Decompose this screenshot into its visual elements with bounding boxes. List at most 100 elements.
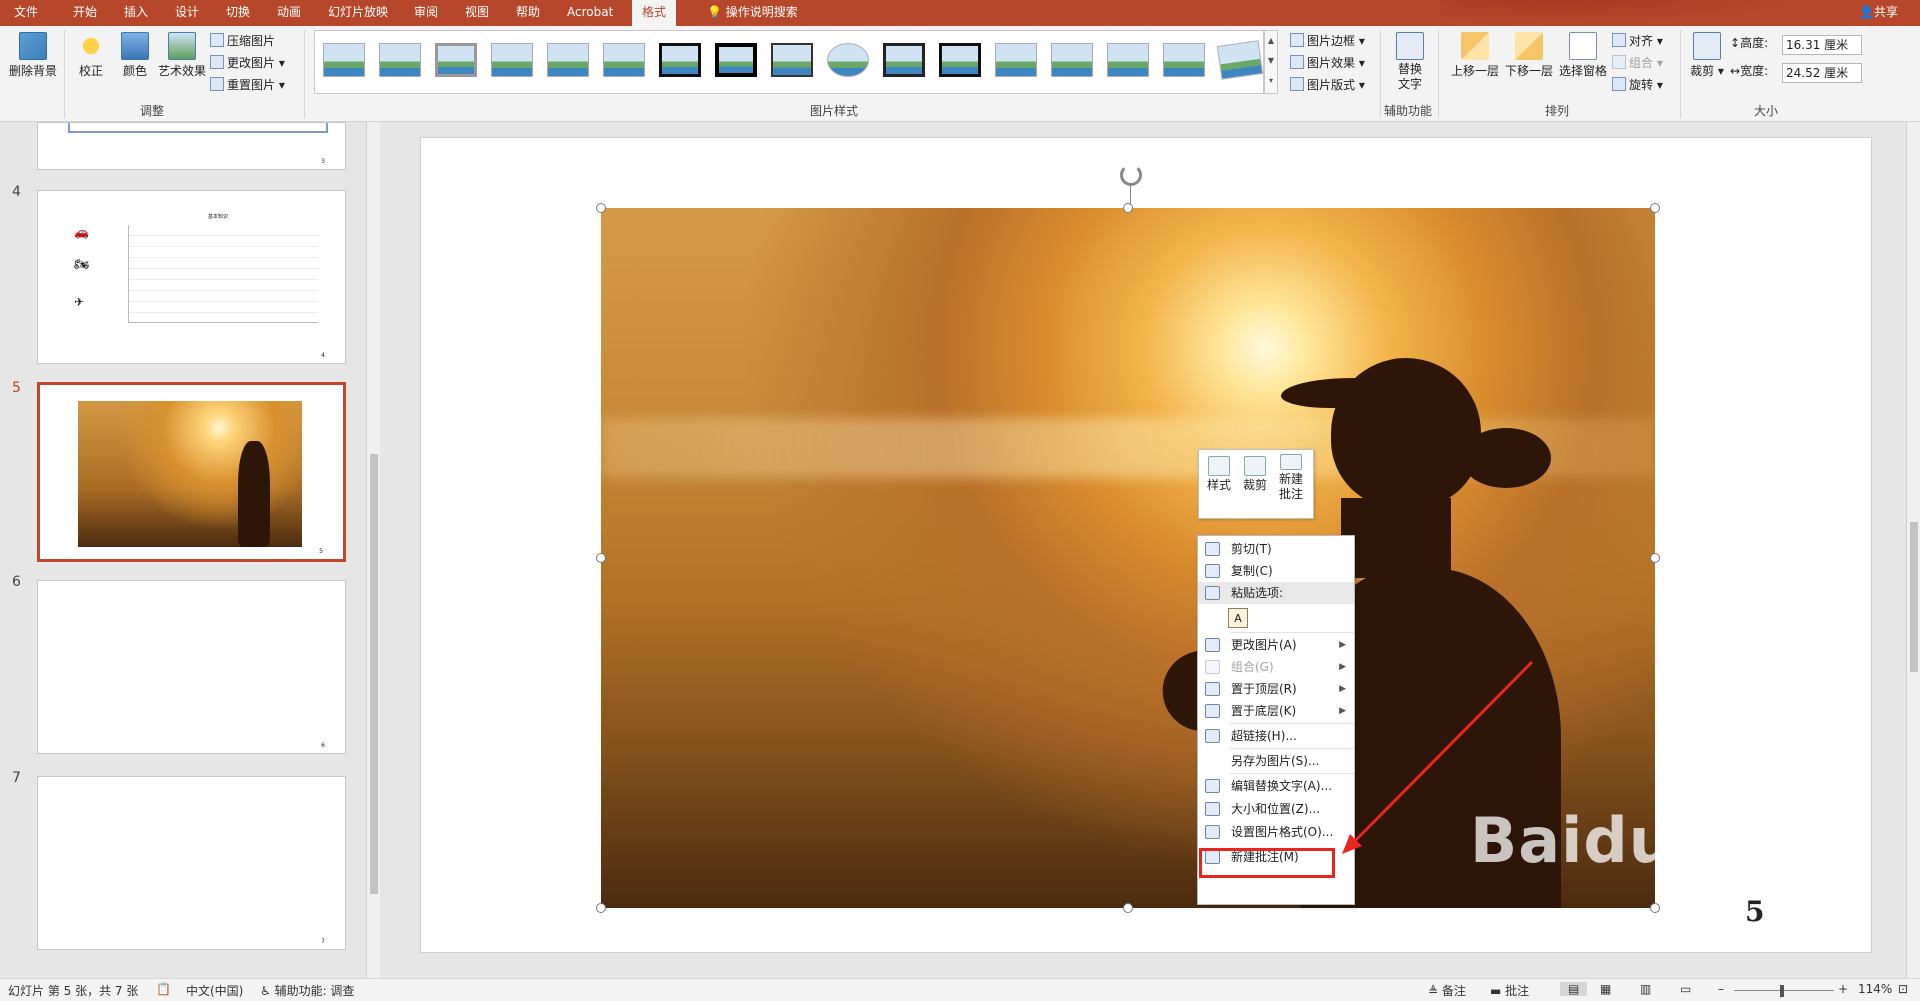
tab-review[interactable]: 审阅 [414, 0, 438, 26]
fit-to-window-icon[interactable]: ⊡ [1898, 982, 1908, 996]
resize-handle-bottom[interactable] [1123, 903, 1133, 913]
zoom-in-icon[interactable]: + [1838, 982, 1848, 996]
picture-style-thumb[interactable] [827, 43, 869, 77]
slide-thumbnail-7[interactable]: 7 [37, 776, 346, 950]
tab-view[interactable]: 视图 [465, 0, 489, 26]
picture-styles-gallery[interactable] [314, 30, 1264, 94]
menu-item-size-and-position[interactable]: 大小和位置(Z)... [1198, 798, 1354, 820]
tell-me-search[interactable]: 💡 操作说明搜索 [707, 0, 798, 26]
spellcheck-icon[interactable]: 📋 [156, 982, 171, 996]
thumbnail-scroll-thumb[interactable] [370, 454, 378, 894]
picture-style-thumb[interactable] [547, 43, 589, 77]
bring-forward-button[interactable]: 上移一层 [1448, 32, 1502, 79]
accessibility-status[interactable]: ♿ 辅助功能: 调查 [260, 982, 354, 999]
compress-pictures-button[interactable]: 压缩图片 [210, 32, 275, 50]
editor-scroll-thumb[interactable] [1910, 522, 1918, 672]
selection-pane-button[interactable]: 选择窗格 [1556, 32, 1610, 79]
menu-item-copy[interactable]: 复制(C) [1198, 560, 1354, 582]
resize-handle-top-left[interactable] [596, 203, 606, 213]
picture-style-thumb[interactable] [939, 43, 981, 77]
menu-item-format-picture[interactable]: 设置图片格式(O)... [1198, 821, 1354, 843]
slide-thumbnail-6[interactable]: 6 [37, 580, 346, 754]
tab-slideshow[interactable]: 幻灯片放映 [328, 0, 388, 26]
change-picture-button[interactable]: 更改图片 ▾ [210, 54, 285, 72]
language-indicator[interactable]: 中文(中国) [186, 982, 243, 999]
picture-style-thumb[interactable] [435, 43, 477, 77]
picture-style-thumb[interactable] [659, 43, 701, 77]
tab-help[interactable]: 帮助 [516, 0, 540, 26]
rotate-button[interactable]: 旋转 ▾ [1612, 76, 1663, 94]
slide-thumbnail-5[interactable]: 5 [37, 382, 346, 562]
gallery-more-icon[interactable]: ▾ [1265, 71, 1277, 91]
tab-transitions[interactable]: 切换 [226, 0, 250, 26]
remove-background-button[interactable]: 删除背景 [8, 32, 58, 79]
resize-handle-bottom-right[interactable] [1650, 903, 1660, 913]
mini-new-comment-button[interactable]: 新建 批注 [1273, 454, 1309, 502]
editor-scrollbar[interactable] [1906, 122, 1920, 978]
normal-view-icon[interactable]: ▤ [1560, 982, 1588, 996]
picture-style-thumb[interactable] [379, 43, 421, 77]
picture-style-thumb[interactable] [323, 43, 365, 77]
zoom-slider[interactable] [1734, 990, 1834, 991]
picture-style-thumb[interactable] [995, 43, 1037, 77]
tab-design[interactable]: 设计 [175, 0, 199, 26]
mini-style-button[interactable]: 样式 [1201, 456, 1237, 493]
tab-format[interactable]: 格式 [632, 0, 677, 26]
picture-border-button[interactable]: 图片边框 ▾ [1290, 32, 1365, 50]
chevron-down-icon[interactable]: ▼ [1265, 51, 1277, 71]
gallery-scroll[interactable]: ▲ ▼ ▾ [1264, 30, 1278, 94]
correct-button[interactable]: 校正 [72, 32, 110, 79]
menu-item-bring-to-front[interactable]: 置于顶层(R) ▶ [1198, 678, 1354, 700]
thumbnail-scrollbar[interactable] [366, 122, 380, 978]
send-backward-button[interactable]: 下移一层 [1502, 32, 1556, 79]
menu-item-change-picture[interactable]: 更改图片(A) ▶ [1198, 634, 1354, 656]
rotate-handle-icon[interactable] [1120, 164, 1142, 186]
notes-button[interactable]: ≜ 备注 [1428, 982, 1466, 999]
slide-sorter-icon[interactable]: ▦ [1600, 982, 1611, 996]
picture-style-thumb[interactable] [491, 43, 533, 77]
menu-item-hyperlink[interactable]: 超链接(H)... [1198, 725, 1354, 747]
mini-crop-button[interactable]: 裁剪 [1237, 456, 1273, 493]
chevron-up-icon[interactable]: ▲ [1265, 31, 1277, 51]
resize-handle-bottom-left[interactable] [596, 903, 606, 913]
reading-view-icon[interactable]: ▥ [1640, 982, 1651, 996]
resize-handle-top[interactable] [1123, 203, 1133, 213]
zoom-level[interactable]: 114% [1858, 982, 1892, 996]
picture-style-thumb[interactable] [715, 43, 757, 77]
height-input[interactable]: 16.31 厘米 [1782, 35, 1862, 55]
tab-animations[interactable]: 动画 [277, 0, 301, 26]
slide-thumbnail-3[interactable]: 3 [37, 122, 346, 170]
comments-button[interactable]: ▬ 批注 [1490, 982, 1529, 999]
resize-handle-top-right[interactable] [1650, 203, 1660, 213]
picture-style-thumb[interactable] [1216, 40, 1264, 80]
share-button[interactable]: 👤共享 [1859, 0, 1898, 26]
zoom-slider-thumb[interactable] [1780, 985, 1784, 997]
picture-style-thumb[interactable] [771, 43, 813, 77]
resize-handle-right[interactable] [1650, 553, 1660, 563]
menu-item-save-as-picture[interactable]: 另存为图片(S)... [1198, 750, 1354, 772]
alt-text-button[interactable]: 替换 文字 [1390, 32, 1430, 92]
zoom-out-icon[interactable]: – [1718, 982, 1724, 996]
menu-item-cut[interactable]: 剪切(T) [1198, 538, 1354, 560]
picture-style-thumb[interactable] [603, 43, 645, 77]
picture-style-thumb[interactable] [1163, 43, 1205, 77]
paste-keep-text-icon[interactable]: A [1228, 608, 1248, 628]
color-button[interactable]: 颜色 [116, 32, 154, 79]
tab-acrobat[interactable]: Acrobat [567, 0, 613, 26]
picture-style-thumb[interactable] [883, 43, 925, 77]
tab-home[interactable]: 开始 [73, 0, 97, 26]
menu-item-edit-alt-text[interactable]: 编辑替换文字(A)... [1198, 775, 1354, 797]
slide-thumbnail-4[interactable]: 🚗 🏍 ✈ 基本知识 4 [37, 190, 346, 364]
picture-style-thumb[interactable] [1051, 43, 1093, 77]
reset-picture-button[interactable]: 重置图片 ▾ [210, 76, 285, 94]
align-button[interactable]: 对齐 ▾ [1612, 32, 1663, 50]
picture-effects-button[interactable]: 图片效果 ▾ [1290, 54, 1365, 72]
tab-file[interactable]: 文件 [14, 0, 38, 26]
picture-layout-button[interactable]: 图片版式 ▾ [1290, 76, 1365, 94]
artistic-effects-button[interactable]: 艺术效果 [156, 32, 208, 79]
slideshow-icon[interactable]: ▭ [1680, 982, 1691, 996]
tab-insert[interactable]: 插入 [124, 0, 148, 26]
menu-item-send-to-back[interactable]: 置于底层(K) ▶ [1198, 700, 1354, 722]
width-input[interactable]: 24.52 厘米 [1782, 63, 1862, 83]
picture-style-thumb[interactable] [1107, 43, 1149, 77]
